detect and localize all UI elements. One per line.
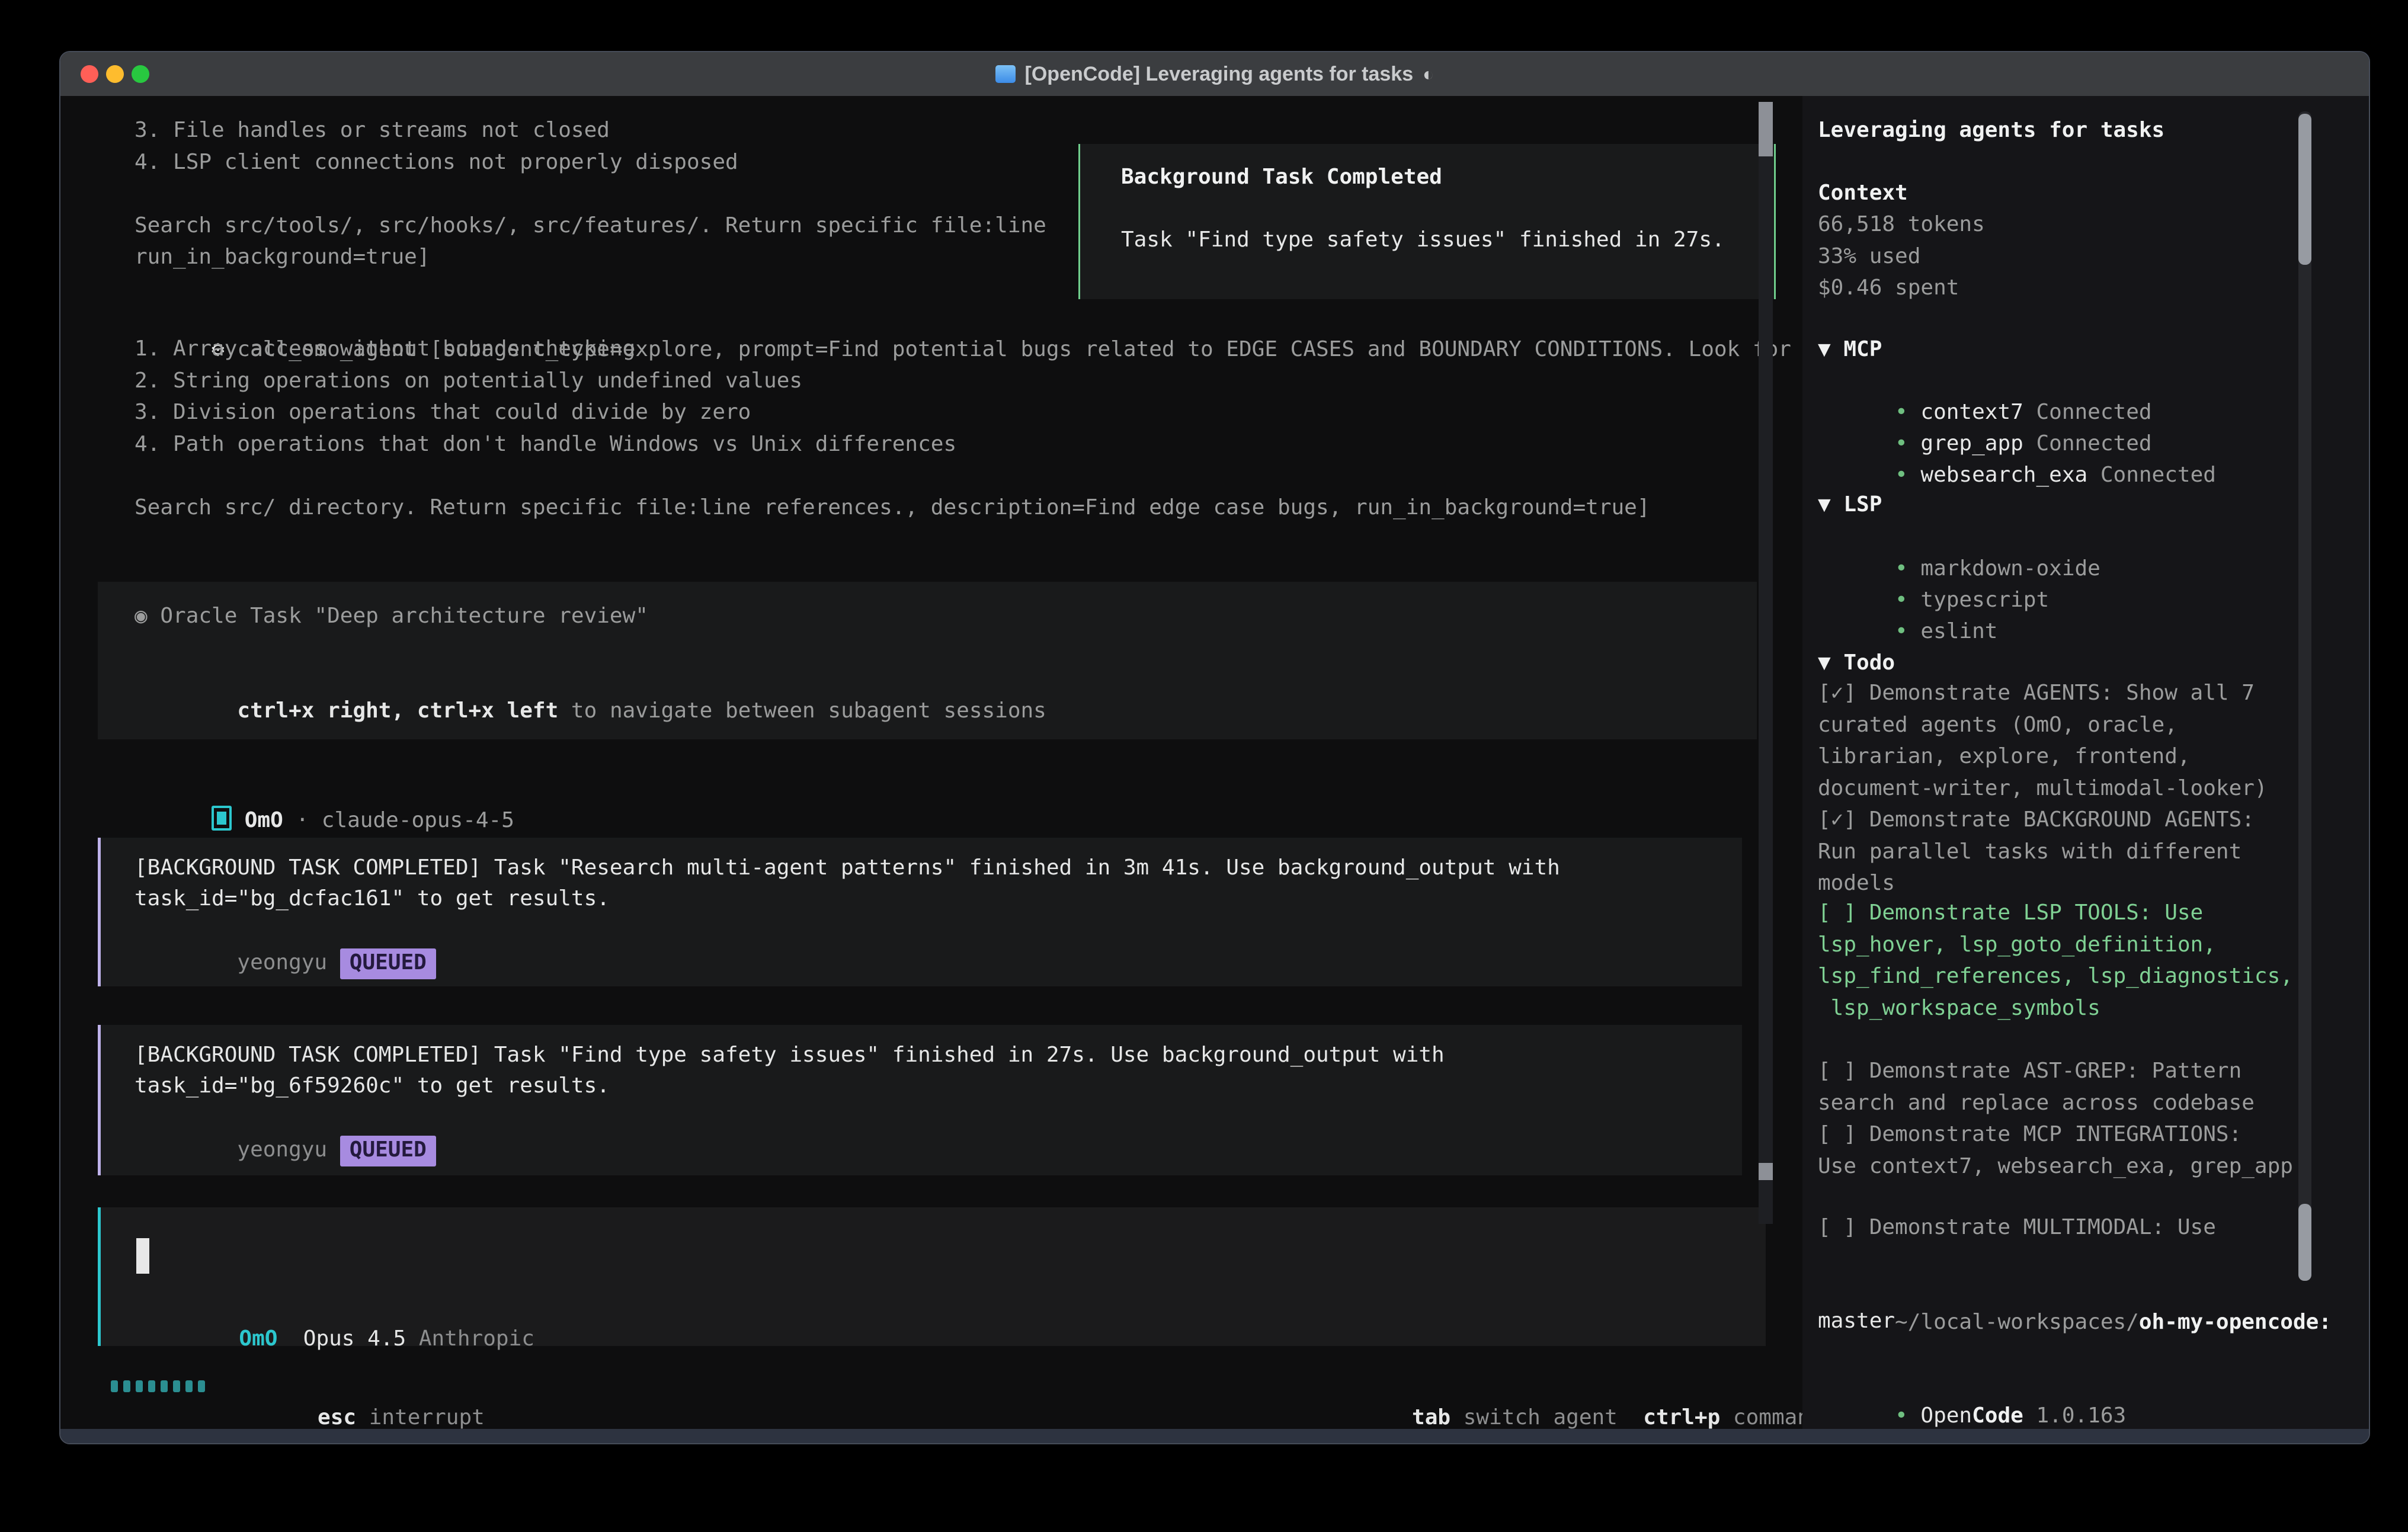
esc-key-label: interrupt	[356, 1405, 485, 1430]
bullet-icon: •	[1895, 619, 1920, 643]
mcp-section-heading[interactable]: ▼ MCP	[1818, 334, 1882, 366]
task-result-line1: [BACKGROUND TASK COMPLETED] Task "Resear…	[135, 852, 1560, 884]
tool-call-detail: 1. Array access without bounds checking …	[135, 333, 1650, 523]
lsp-server-name: eslint	[1920, 619, 1997, 643]
notification-body: Task "Find type safety issues" finished …	[1121, 224, 1725, 256]
desktop: { "titlebar": { "title": "[OpenCode] Lev…	[0, 0, 2408, 1532]
statusbar-gap	[1618, 1405, 1643, 1430]
input-provider: Anthropic	[406, 1326, 534, 1351]
tab-key-hint: tab	[1412, 1405, 1450, 1430]
spinner-dot	[198, 1380, 205, 1392]
close-button[interactable]	[81, 65, 98, 83]
app-name: Open	[1920, 1403, 1972, 1428]
background-task-notification: Background Task Completed Task "Find typ…	[1078, 144, 1776, 299]
terminal-main-pane: 3. File handles or streams not closed 4.…	[60, 96, 1802, 1431]
input-model: Opus 4.5	[277, 1326, 406, 1351]
document-icon	[995, 65, 1016, 83]
prompt-input[interactable]: OmO Opus 4.5 Anthropic	[98, 1207, 1766, 1346]
lsp-section-heading[interactable]: ▼ LSP	[1818, 489, 1882, 521]
tab-key-label: switch agent	[1450, 1405, 1618, 1430]
spinner-dot	[161, 1380, 168, 1392]
bullet-icon: •	[1895, 1403, 1920, 1428]
spinner-dot	[136, 1380, 143, 1392]
activity-spinner	[111, 1380, 205, 1392]
window-title: [OpenCode] Leveraging agents for tasks ◐	[995, 63, 1434, 86]
session-sidebar: Leveraging agents for tasks Context 66,5…	[1802, 96, 2370, 1431]
input-agent-name: OmO	[239, 1326, 277, 1351]
agent-name: OmO	[245, 808, 283, 832]
task-result-meta: yeongyu QUEUED	[135, 1102, 436, 1198]
sidebar-scrollbar-thumb[interactable]	[2298, 1204, 2311, 1281]
esc-key-hint: esc	[318, 1405, 356, 1430]
agent-model: · claude-opus-4-5	[283, 808, 514, 832]
todo-active-item: [ ] Demonstrate LSP TOOLS: Use lsp_hover…	[1818, 897, 2293, 1024]
window-bottom-edge	[60, 1429, 2369, 1443]
session-status-icon: ◐	[1423, 63, 1434, 85]
task-result-meta: yeongyu QUEUED	[135, 915, 436, 1011]
oracle-task-hint: ctrl+x right, ctrl+x left to navigate be…	[135, 663, 1046, 758]
scrollback-text: 3. File handles or streams not closed 4.…	[135, 114, 1046, 273]
status-badge: QUEUED	[340, 948, 436, 979]
spinner-dot	[148, 1380, 155, 1392]
task-result-line1: [BACKGROUND TASK COMPLETED] Task "Find t…	[135, 1039, 1445, 1071]
task-result-line2: task_id="bg_dcfac161" to get results.	[135, 883, 610, 915]
maximize-button[interactable]	[132, 65, 149, 83]
sidebar-session-title: Leveraging agents for tasks	[1818, 114, 2164, 146]
main-scrollbar-thumb[interactable]	[1759, 102, 1773, 156]
main-scrollbar-mark[interactable]	[1759, 1163, 1773, 1180]
workspace-repo: oh-my-opencode:	[2139, 1310, 2332, 1334]
workspace-branch: master	[1818, 1305, 1895, 1337]
notification-title: Background Task Completed	[1121, 161, 1442, 193]
oracle-hint-keys: ctrl+x right, ctrl+x left	[237, 698, 558, 723]
status-badge: QUEUED	[340, 1136, 436, 1166]
terminal-window: [OpenCode] Leveraging agents for tasks ◐…	[59, 51, 2370, 1444]
todo-pending-items: [ ] Demonstrate AST-GREP: Pattern search…	[1818, 1055, 2293, 1182]
task-user: yeongyu	[237, 1137, 340, 1162]
ctrlp-key-hint: ctrl+p	[1643, 1405, 1720, 1430]
todo-done-items: [✓] Demonstrate AGENTS: Show all 7 curat…	[1818, 677, 2268, 899]
app-version-number: 1.0.163	[2023, 1403, 2126, 1428]
task-user: yeongyu	[237, 950, 340, 975]
minimize-button[interactable]	[106, 65, 124, 83]
bullet-icon: •	[1895, 463, 1920, 487]
main-scrollbar-track[interactable]	[1759, 102, 1773, 1224]
oracle-task-title: ◉ Oracle Task "Deep architecture review"	[135, 600, 648, 632]
app-name-bold: Code	[1972, 1403, 2023, 1428]
spinner-dot	[111, 1380, 118, 1392]
spinner-dot	[185, 1380, 193, 1392]
task-result-line2: task_id="bg_6f59260c" to get results.	[135, 1070, 610, 1102]
mcp-server-name: websearch_exa	[1920, 463, 2087, 487]
oracle-hint-text: to navigate between subagent sessions	[558, 698, 1046, 723]
oracle-task-box: ◉ Oracle Task "Deep architecture review"…	[98, 582, 1757, 739]
context-heading: Context	[1818, 177, 1908, 209]
context-stats: 66,518 tokens 33% used $0.46 spent	[1818, 209, 1985, 304]
mcp-server-status: Connected	[2087, 463, 2216, 487]
agent-avatar-icon	[212, 806, 232, 831]
traffic-lights	[81, 65, 149, 83]
todo-section-heading[interactable]: ▼ Todo	[1818, 647, 1895, 679]
task-result-box: [BACKGROUND TASK COMPLETED] Task "Resear…	[98, 838, 1742, 986]
workspace-path-prefix: ~/local-workspaces/	[1895, 1310, 2139, 1334]
spinner-dot	[123, 1380, 130, 1392]
task-result-box: [BACKGROUND TASK COMPLETED] Task "Find t…	[98, 1025, 1742, 1175]
todo-pending-items: [ ] Demonstrate MULTIMODAL: Use	[1818, 1212, 2216, 1243]
sidebar-scrollbar-thumb[interactable]	[2298, 114, 2311, 265]
sidebar-scrollbar-track[interactable]	[2298, 111, 2311, 1281]
window-title-text: [OpenCode] Leveraging agents for tasks	[1025, 63, 1414, 86]
text-cursor	[136, 1238, 149, 1274]
window-titlebar[interactable]: [OpenCode] Leveraging agents for tasks ◐	[60, 52, 2369, 97]
spinner-dot	[173, 1380, 180, 1392]
